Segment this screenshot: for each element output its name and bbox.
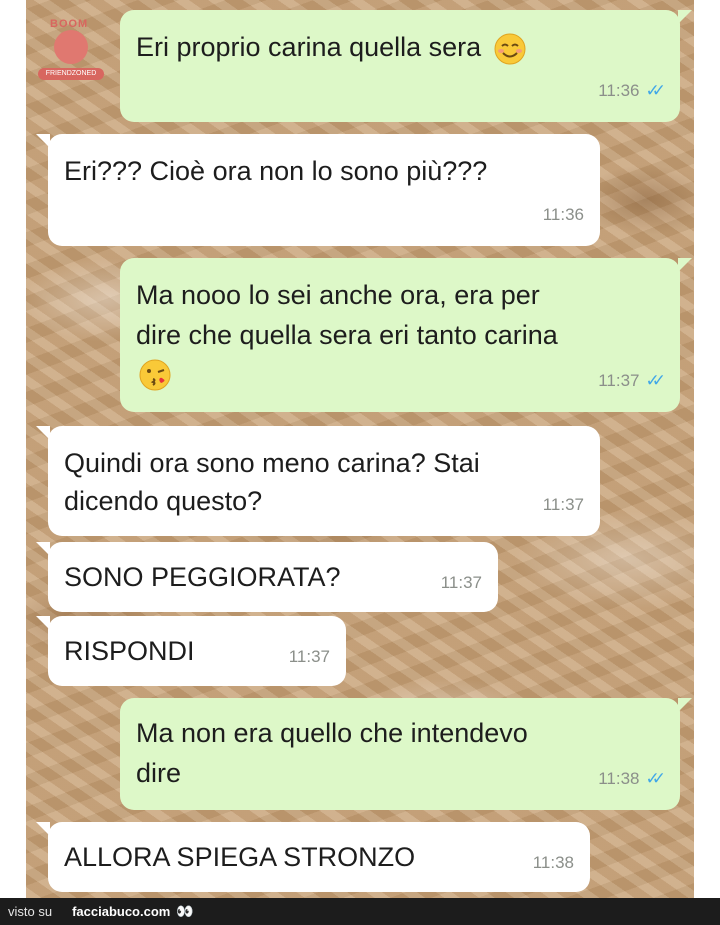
timestamp: 11:37 [288, 647, 330, 666]
kiss-face-emoji-icon [139, 359, 171, 391]
timestamp: 11:38 [598, 769, 640, 788]
message-meta: 11:36 ✓✓ [598, 72, 666, 110]
message-meta: 11:37 [441, 564, 482, 602]
message-text: SONO PEGGIORATA? [64, 562, 341, 592]
timestamp: 11:37 [440, 573, 482, 592]
message-text-line: dire che quella sera eri tanto carina [136, 320, 558, 350]
message-text: Eri??? Cioè ora non lo sono più??? [64, 156, 488, 186]
message-meta: 11:37 [543, 486, 584, 524]
read-ticks-icon: ✓✓ [645, 371, 666, 390]
message-text-line: dire [136, 758, 182, 788]
incoming-message[interactable]: SONO PEGGIORATA? 11:37 [36, 542, 498, 612]
timestamp: 11:36 [598, 81, 640, 100]
timestamp: 11:37 [598, 371, 640, 390]
timestamp: 11:37 [542, 495, 584, 514]
message-text-line: Ma nooo lo sei anche ora, era per [136, 280, 540, 310]
message-meta: 11:38 ✓✓ [598, 760, 666, 798]
incoming-message[interactable]: Quindi ora sono meno carina? Stai dicend… [36, 426, 600, 536]
message-text: ALLORA SPIEGA STRONZO [64, 842, 416, 872]
chat-background: Eri proprio carina quella sera 11:36 ✓✓ … [26, 0, 694, 898]
incoming-message[interactable]: ALLORA SPIEGA STRONZO 11:38 [36, 822, 590, 892]
incoming-message[interactable]: Eri??? Cioè ora non lo sono più??? 11:36 [36, 134, 600, 246]
eyes-icon: 👀 [176, 903, 194, 919]
relaxed-smile-emoji-icon [494, 33, 526, 65]
incoming-message[interactable]: RISPONDI 11:37 [36, 616, 346, 686]
message-text-line: Ma non era quello che intendevo [136, 718, 528, 748]
message-meta: 11:38 [533, 844, 574, 882]
message-meta: 11:37 [289, 638, 330, 676]
timestamp: 11:38 [532, 853, 574, 872]
message-text-line: dicendo questo? [64, 486, 263, 516]
message-meta: 11:37 ✓✓ [598, 362, 666, 400]
message-text-line: Quindi ora sono meno carina? Stai [64, 448, 480, 478]
footer-bar: visto su facciabuco.com 👀 [0, 898, 720, 925]
outgoing-message[interactable]: Ma non era quello che intendevo dire 11:… [120, 698, 692, 810]
message-text: Eri proprio carina quella sera [136, 32, 482, 62]
site-link[interactable]: facciabuco.com [72, 904, 170, 919]
read-ticks-icon: ✓✓ [645, 769, 666, 788]
message-text-line: Eri proprio carina quella sera [136, 28, 527, 66]
footer-prefix: visto su [8, 904, 53, 919]
read-ticks-icon: ✓✓ [645, 81, 666, 100]
message-text: RISPONDI [64, 636, 195, 666]
message-meta: 11:36 [543, 196, 584, 234]
timestamp: 11:36 [542, 205, 584, 224]
outgoing-message[interactable]: Eri proprio carina quella sera 11:36 ✓✓ [120, 10, 692, 122]
outgoing-message[interactable]: Ma nooo lo sei anche ora, era per dire c… [120, 258, 692, 412]
